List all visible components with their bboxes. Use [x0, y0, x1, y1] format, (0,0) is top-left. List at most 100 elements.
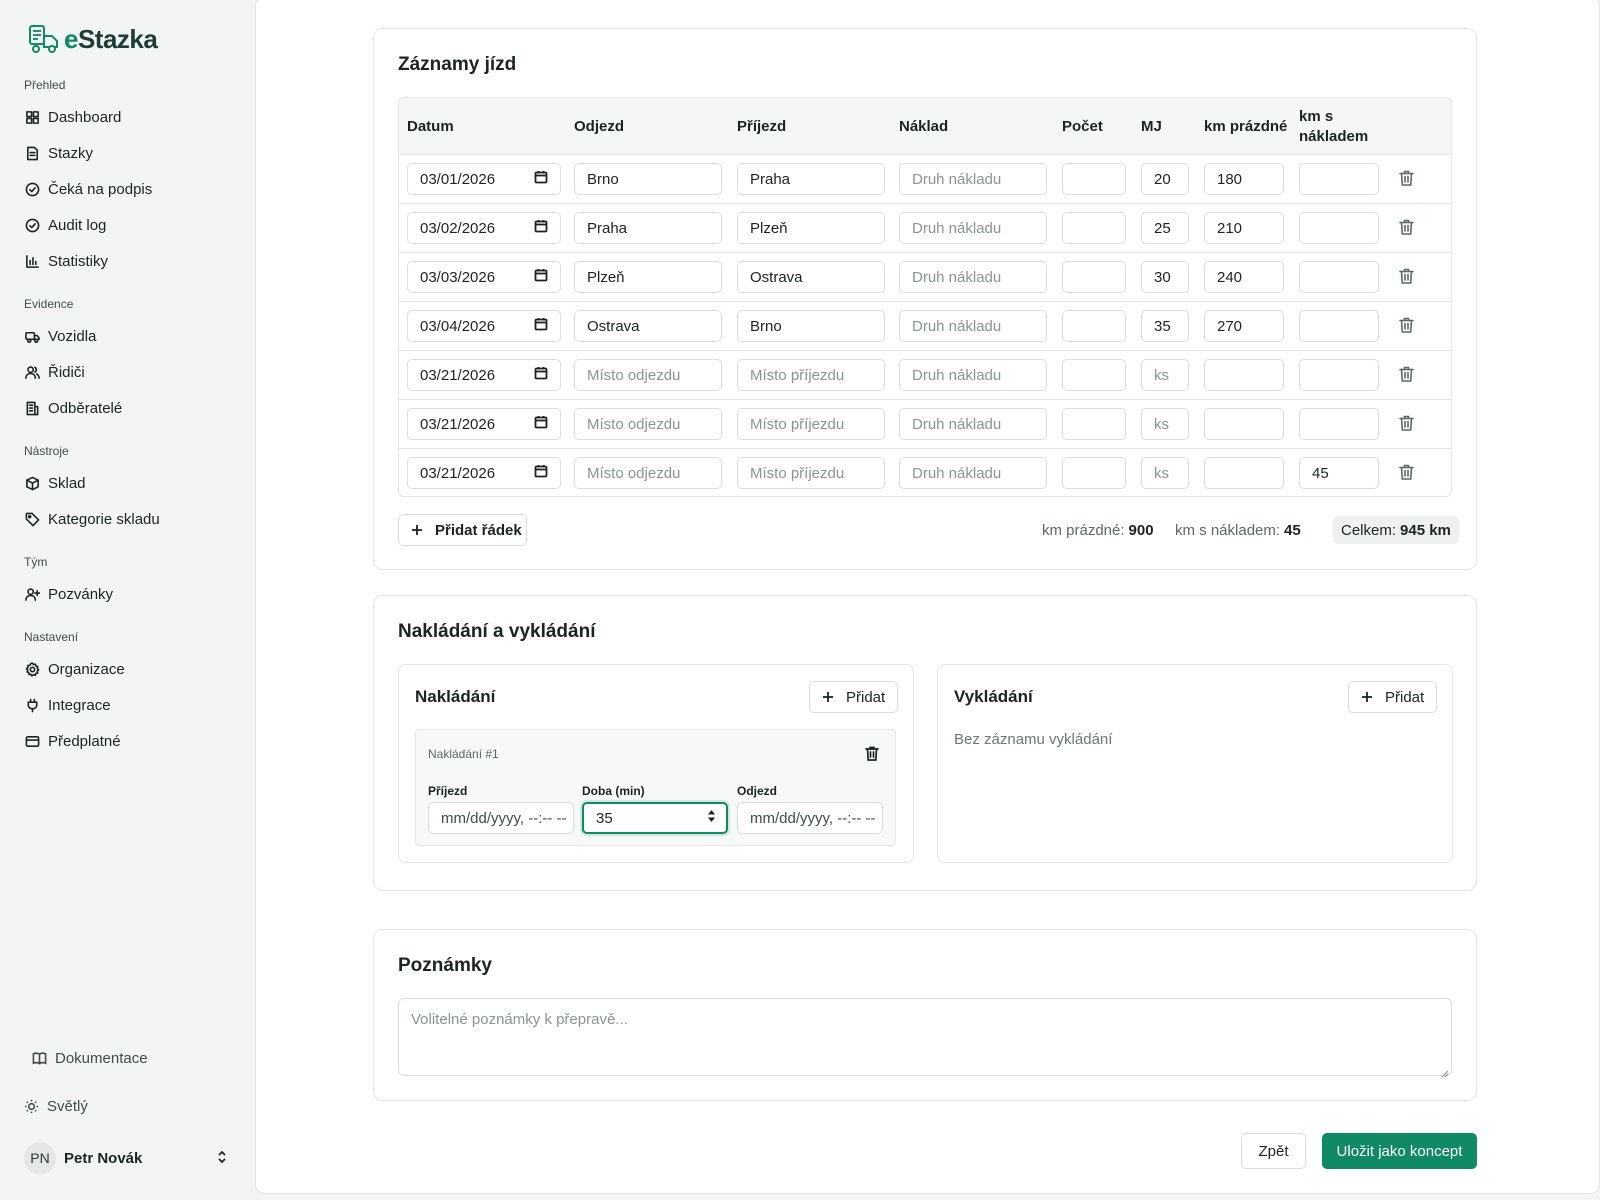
departure-input[interactable]: Ostrava: [574, 310, 722, 342]
calendar-icon[interactable]: [534, 170, 548, 188]
date-input[interactable]: 03/01/2026: [407, 163, 561, 195]
unit-input[interactable]: 25: [1141, 212, 1189, 244]
sidebar-item-audit-log[interactable]: Audit log: [0, 207, 255, 243]
count-input[interactable]: [1062, 408, 1126, 440]
km-loaded-input[interactable]: [1299, 408, 1379, 440]
count-input[interactable]: [1062, 212, 1126, 244]
calendar-icon[interactable]: [534, 415, 548, 433]
trash-icon[interactable]: [1399, 464, 1415, 482]
km-empty-input[interactable]: 210: [1204, 212, 1284, 244]
resize-handle-icon[interactable]: [1441, 1065, 1449, 1078]
unit-input[interactable]: ks: [1141, 359, 1189, 391]
documentation-link[interactable]: Dokumentace: [0, 1040, 255, 1076]
km-loaded-input[interactable]: [1299, 310, 1379, 342]
departure-datetime-input[interactable]: mm/dd/yyyy, --:-- --: [737, 802, 883, 834]
theme-toggle[interactable]: Světlý: [0, 1088, 255, 1124]
km-loaded-input[interactable]: [1299, 163, 1379, 195]
duration-input[interactable]: 35: [582, 802, 728, 834]
arrival-input[interactable]: Místo příjezdu: [737, 408, 885, 440]
sidebar-item-statistiky[interactable]: Statistiky: [0, 243, 255, 279]
cargo-input[interactable]: Druh nákladu: [899, 163, 1047, 195]
sidebar-item-odběratelé[interactable]: Odběratelé: [0, 390, 255, 426]
calendar-icon[interactable]: [534, 464, 548, 482]
km-loaded-input[interactable]: 45: [1299, 457, 1379, 489]
date-input[interactable]: 03/21/2026: [407, 408, 561, 440]
departure-input[interactable]: Místo odjezdu: [574, 457, 722, 489]
add-loading-button[interactable]: Přidat: [809, 681, 898, 713]
calendar-icon[interactable]: [534, 317, 548, 335]
sidebar-item-kategorie-skladu[interactable]: Kategorie skladu: [0, 501, 255, 537]
unit-input[interactable]: 35: [1141, 310, 1189, 342]
departure-input[interactable]: Praha: [574, 212, 722, 244]
unit-input[interactable]: 20: [1141, 163, 1189, 195]
trash-icon[interactable]: [1399, 170, 1415, 188]
cargo-input[interactable]: Druh nákladu: [899, 212, 1047, 244]
departure-input[interactable]: Místo odjezdu: [574, 359, 722, 391]
km-empty-input[interactable]: [1204, 359, 1284, 391]
user-menu[interactable]: PN Petr Novák: [0, 1134, 255, 1182]
cargo-input[interactable]: Druh nákladu: [899, 310, 1047, 342]
add-unloading-button[interactable]: Přidat: [1348, 681, 1437, 713]
save-draft-button[interactable]: Uložit jako koncept: [1322, 1133, 1477, 1169]
date-input[interactable]: 03/21/2026: [407, 359, 561, 391]
logo[interactable]: eStazka: [28, 24, 255, 54]
cargo-input[interactable]: Druh nákladu: [899, 408, 1047, 440]
trash-icon[interactable]: [1399, 268, 1415, 286]
date-input[interactable]: 03/21/2026: [407, 457, 561, 489]
departure-input[interactable]: Brno: [574, 163, 722, 195]
arrival-input[interactable]: Místo příjezdu: [737, 457, 885, 489]
arrival-input[interactable]: Brno: [737, 310, 885, 342]
km-empty-input[interactable]: 180: [1204, 163, 1284, 195]
date-input[interactable]: 03/04/2026: [407, 310, 561, 342]
count-input[interactable]: [1062, 457, 1126, 489]
sidebar-item-stazky[interactable]: Stazky: [0, 135, 255, 171]
date-input[interactable]: 03/03/2026: [407, 261, 561, 293]
cargo-input[interactable]: Druh nákladu: [899, 359, 1047, 391]
arrival-datetime-input[interactable]: mm/dd/yyyy, --:-- --: [428, 802, 574, 834]
unit-input[interactable]: ks: [1141, 408, 1189, 440]
notes-textarea[interactable]: Volitelné poznámky k přepravě...: [398, 998, 1452, 1078]
calendar-icon[interactable]: [534, 219, 548, 237]
calendar-icon[interactable]: [534, 268, 548, 286]
unit-input[interactable]: ks: [1141, 457, 1189, 489]
trash-icon[interactable]: [1399, 219, 1415, 237]
back-button[interactable]: Zpět: [1241, 1133, 1306, 1169]
sidebar-item-organizace[interactable]: Organizace: [0, 651, 255, 687]
count-input[interactable]: [1062, 261, 1126, 293]
arrival-input[interactable]: Praha: [737, 163, 885, 195]
sidebar-item-předplatné[interactable]: Předplatné: [0, 723, 255, 759]
calendar-icon[interactable]: [534, 366, 548, 384]
sidebar-item-vozidla[interactable]: Vozidla: [0, 318, 255, 354]
sidebar-item-řidiči[interactable]: Řidiči: [0, 354, 255, 390]
sidebar-item-čeká-na-podpis[interactable]: Čeká na podpis: [0, 171, 255, 207]
km-loaded-input[interactable]: [1299, 261, 1379, 293]
sidebar-item-integrace[interactable]: Integrace: [0, 687, 255, 723]
km-loaded-input[interactable]: [1299, 359, 1379, 391]
spinner-icon[interactable]: [707, 809, 716, 827]
km-empty-input[interactable]: 240: [1204, 261, 1284, 293]
km-empty-input[interactable]: [1204, 408, 1284, 440]
sidebar-item-pozvánky[interactable]: Pozvánky: [0, 576, 255, 612]
count-input[interactable]: [1062, 163, 1126, 195]
cargo-input[interactable]: Druh nákladu: [899, 457, 1047, 489]
departure-input[interactable]: Místo odjezdu: [574, 408, 722, 440]
add-row-button[interactable]: Přidat řádek: [398, 514, 527, 546]
departure-input[interactable]: Plzeň: [574, 261, 722, 293]
unit-input[interactable]: 30: [1141, 261, 1189, 293]
count-input[interactable]: [1062, 359, 1126, 391]
date-input[interactable]: 03/02/2026: [407, 212, 561, 244]
sidebar-item-sklad[interactable]: Sklad: [0, 465, 255, 501]
trash-icon[interactable]: [1399, 366, 1415, 384]
arrival-input[interactable]: Plzeň: [737, 212, 885, 244]
count-input[interactable]: [1062, 310, 1126, 342]
km-empty-input[interactable]: [1204, 457, 1284, 489]
cargo-input[interactable]: Druh nákladu: [899, 261, 1047, 293]
trash-icon[interactable]: [865, 746, 879, 765]
km-loaded-input[interactable]: [1299, 212, 1379, 244]
arrival-input[interactable]: Ostrava: [737, 261, 885, 293]
km-empty-input[interactable]: 270: [1204, 310, 1284, 342]
arrival-input[interactable]: Místo příjezdu: [737, 359, 885, 391]
sidebar-item-dashboard[interactable]: Dashboard: [0, 99, 255, 135]
trash-icon[interactable]: [1399, 415, 1415, 433]
trash-icon[interactable]: [1399, 317, 1415, 335]
